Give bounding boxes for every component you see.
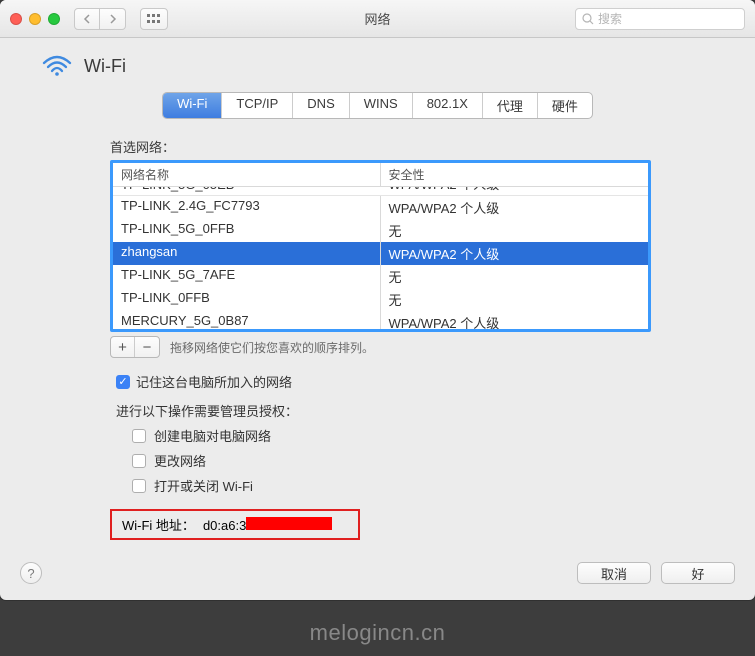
network-security: 无 [381, 265, 649, 288]
chevron-right-icon [109, 14, 117, 24]
table-row[interactable]: TP-LINK_0FFB无 [113, 288, 648, 311]
network-table[interactable]: 网络名称 安全性 TP-LINK_5G_05EBWPA/WPA2 个人级TP-L… [110, 160, 651, 332]
tab-[interactable]: 代理 [483, 93, 538, 118]
checkbox[interactable] [132, 479, 146, 493]
chevron-left-icon [83, 14, 91, 24]
network-security: 无 [381, 288, 649, 311]
network-security: WPA/WPA2 个人级 [381, 311, 649, 329]
minimize-icon[interactable] [29, 13, 41, 25]
watermark: melogincn.cn [0, 600, 755, 656]
page-title: Wi-Fi [84, 56, 126, 77]
drag-hint: 拖移网络使它们按您喜欢的顺序排列。 [170, 339, 374, 356]
footer: ? 取消 好 [0, 552, 755, 600]
remember-label: 记住这台电脑所加入的网络 [136, 372, 292, 391]
cancel-button[interactable]: 取消 [577, 562, 651, 584]
network-name: zhangsan [113, 242, 381, 265]
admin-option[interactable]: 打开或关闭 Wi-Fi [110, 476, 651, 495]
content: Wi-Fi Wi-FiTCP/IPDNSWINS802.1X代理硬件 首选网络：… [0, 38, 755, 552]
table-row[interactable]: MERCURY_5G_0B87WPA/WPA2 个人级 [113, 311, 648, 329]
search-input[interactable]: 搜索 [575, 8, 745, 30]
tab-bar: Wi-FiTCP/IPDNSWINS802.1X代理硬件 [24, 92, 731, 119]
admin-option[interactable]: 创建电脑对电脑网络 [110, 426, 651, 445]
preferred-networks-label: 首选网络： [110, 137, 651, 156]
network-security: WPA/WPA2 个人级 [381, 196, 649, 219]
table-header: 网络名称 安全性 [113, 163, 648, 187]
checkbox[interactable] [132, 454, 146, 468]
pane-header: Wi-Fi [24, 54, 731, 78]
option-label: 创建电脑对电脑网络 [154, 426, 271, 445]
network-name: TP-LINK_2.4G_FC7793 [113, 196, 381, 219]
option-label: 更改网络 [154, 451, 206, 470]
wifi-icon [42, 54, 72, 78]
table-row[interactable]: TP-LINK_5G_0FFB无 [113, 219, 648, 242]
search-icon [582, 13, 594, 25]
table-row[interactable]: TP-LINK_5G_7AFE无 [113, 265, 648, 288]
network-name: TP-LINK_5G_7AFE [113, 265, 381, 288]
redaction-bar [246, 517, 332, 530]
forward-button[interactable] [100, 8, 126, 30]
grid-icon [147, 14, 161, 24]
network-security: 无 [381, 219, 649, 242]
remember-checkbox-row[interactable]: ✓ 记住这台电脑所加入的网络 [110, 372, 651, 391]
add-button[interactable]: + [111, 337, 135, 357]
tab-[interactable]: 硬件 [538, 93, 592, 118]
col-name[interactable]: 网络名称 [113, 163, 381, 186]
wifi-address-value: d0:a6:3 [203, 517, 332, 533]
help-button[interactable]: ? [20, 562, 42, 584]
network-name: TP-LINK_0FFB [113, 288, 381, 311]
option-label: 打开或关闭 Wi-Fi [154, 476, 253, 495]
tab-wins[interactable]: WINS [350, 93, 413, 118]
close-icon[interactable] [10, 13, 22, 25]
table-row[interactable]: TP-LINK_2.4G_FC7793WPA/WPA2 个人级 [113, 196, 648, 219]
titlebar: 网络 搜索 [0, 0, 755, 38]
wifi-address-box: Wi-Fi 地址： d0:a6:3 [110, 509, 360, 540]
tab-8021x[interactable]: 802.1X [413, 93, 483, 118]
network-name: MERCURY_5G_0B87 [113, 311, 381, 329]
network-security: WPA/WPA2 个人级 [381, 242, 649, 265]
wifi-body: 首选网络： 网络名称 安全性 TP-LINK_5G_05EBWPA/WPA2 个… [24, 137, 731, 540]
tab-wifi[interactable]: Wi-Fi [163, 93, 222, 118]
show-all-button[interactable] [140, 8, 168, 30]
wifi-address-label: Wi-Fi 地址： [122, 515, 195, 534]
table-row[interactable]: zhangsanWPA/WPA2 个人级 [113, 242, 648, 265]
tab-tcpip[interactable]: TCP/IP [222, 93, 293, 118]
ok-button[interactable]: 好 [661, 562, 735, 584]
table-controls: + − 拖移网络使它们按您喜欢的顺序排列。 [110, 336, 651, 358]
nav-buttons [74, 8, 126, 30]
zoom-icon[interactable] [48, 13, 60, 25]
admin-label: 进行以下操作需要管理员授权： [110, 401, 651, 420]
back-button[interactable] [74, 8, 100, 30]
remove-button[interactable]: − [135, 337, 159, 357]
remember-checkbox[interactable]: ✓ [116, 375, 130, 389]
admin-option[interactable]: 更改网络 [110, 451, 651, 470]
tab-dns[interactable]: DNS [293, 93, 349, 118]
checkbox[interactable] [132, 429, 146, 443]
network-name: TP-LINK_5G_0FFB [113, 219, 381, 242]
table-row[interactable]: TP-LINK_5G_05EBWPA/WPA2 个人级 [113, 187, 648, 196]
search-placeholder: 搜索 [598, 10, 622, 27]
traffic-lights [10, 13, 60, 25]
window: 网络 搜索 Wi-Fi Wi-FiTCP/IPDNSWINS802.1X代理硬件… [0, 0, 755, 600]
col-security[interactable]: 安全性 [381, 163, 649, 186]
